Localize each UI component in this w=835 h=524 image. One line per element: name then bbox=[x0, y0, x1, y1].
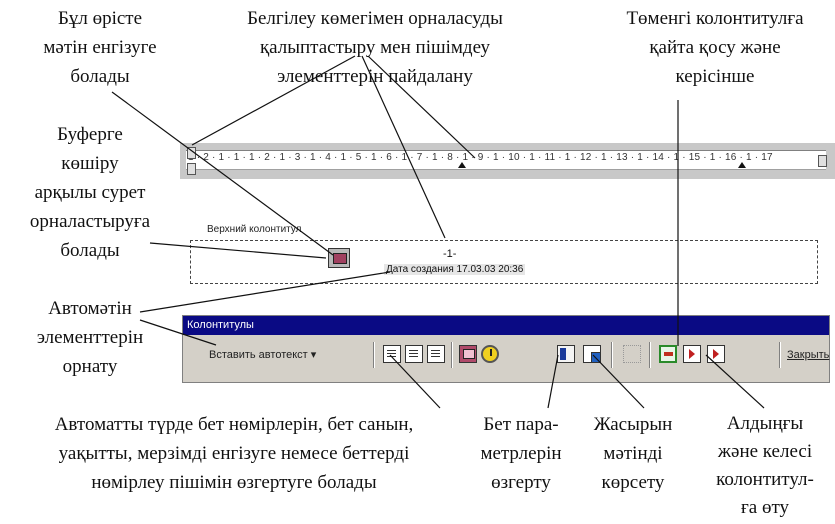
leader-picture bbox=[149, 242, 327, 259]
leader-ruler-center bbox=[361, 55, 446, 239]
leader-show-hidden bbox=[592, 354, 645, 409]
leader-text-field bbox=[111, 91, 334, 256]
leader-lines bbox=[111, 55, 765, 409]
leader-autotext-1 bbox=[139, 271, 391, 313]
leader-page-numbers bbox=[389, 354, 441, 409]
leader-ruler-left bbox=[191, 55, 356, 146]
leader-autotext-2 bbox=[139, 319, 217, 346]
leader-ruler-right bbox=[367, 55, 476, 159]
leader-prev-next bbox=[705, 354, 765, 409]
leader-page-params bbox=[547, 354, 559, 409]
